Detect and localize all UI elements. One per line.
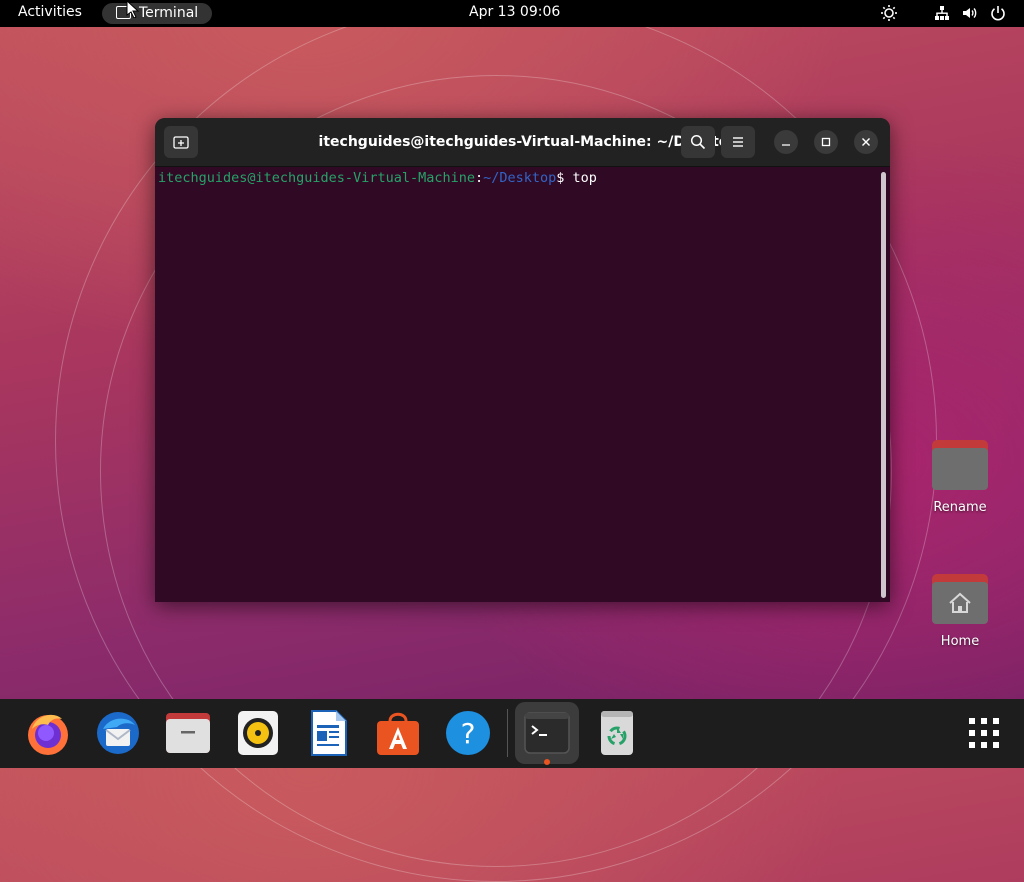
search-icon	[690, 134, 706, 150]
minimize-icon	[782, 144, 790, 146]
prompt-path: ~/Desktop	[483, 170, 557, 186]
folder-icon	[932, 440, 988, 490]
volume-icon[interactable]	[960, 3, 980, 23]
prompt-user: itechguides@itechguides-Virtual-Machine	[158, 170, 475, 186]
search-button[interactable]	[681, 126, 715, 158]
desktop-folder-home[interactable]: Home	[920, 574, 1000, 649]
terminal-content[interactable]: itechguides@itechguides-Virtual-Machine:…	[158, 170, 876, 602]
show-applications-icon[interactable]	[960, 709, 1008, 757]
thunderbird-icon[interactable]	[94, 709, 142, 757]
top-bar: Activities Terminal Apr 13 09:06	[0, 0, 1024, 27]
svg-text:?: ?	[461, 717, 476, 750]
clock[interactable]: Apr 13 09:06	[469, 4, 560, 20]
command-line: itechguides@itechguides-Virtual-Machine:…	[158, 170, 876, 186]
home-folder-icon	[932, 574, 988, 624]
close-icon	[862, 138, 870, 146]
prompt-separator: :	[474, 170, 484, 186]
menu-button[interactable]	[721, 126, 755, 158]
desktop-folder-rename[interactable]: Rename	[920, 440, 1000, 515]
dock: ?	[0, 699, 1024, 768]
network-icon[interactable]	[932, 3, 952, 23]
hamburger-menu-icon	[733, 137, 743, 147]
software-center-icon[interactable]	[374, 709, 422, 757]
files-icon[interactable]	[164, 709, 212, 757]
close-button[interactable]	[854, 130, 878, 154]
maximize-button[interactable]	[814, 130, 838, 154]
maximize-icon	[821, 137, 831, 147]
brightness-icon[interactable]	[879, 3, 899, 23]
terminal-icon[interactable]	[523, 709, 571, 757]
desktop-icon-label: Home	[940, 634, 980, 649]
trash-icon[interactable]	[593, 709, 641, 757]
running-indicator	[544, 759, 550, 765]
minimize-button[interactable]	[774, 130, 798, 154]
terminal-scrollbar[interactable]	[881, 172, 886, 598]
power-icon[interactable]	[988, 3, 1008, 23]
help-icon[interactable]: ?	[444, 709, 492, 757]
app-menu-label: Terminal	[139, 5, 199, 21]
activities-button[interactable]: Activities	[18, 4, 82, 20]
terminal-header-bar[interactable]: itechguides@itechguides-Virtual-Machine:…	[155, 118, 890, 167]
mouse-pointer-icon	[126, 0, 140, 18]
app-menu-button[interactable]: Terminal	[102, 3, 212, 24]
dock-separator	[507, 709, 508, 757]
terminal-window[interactable]: itechguides@itechguides-Virtual-Machine:…	[155, 118, 890, 602]
rhythmbox-icon[interactable]	[234, 709, 282, 757]
desktop-icon-label: Rename	[933, 500, 987, 515]
libreoffice-writer-icon[interactable]	[304, 709, 352, 757]
firefox-icon[interactable]	[24, 709, 72, 757]
typed-command: top	[564, 170, 597, 186]
